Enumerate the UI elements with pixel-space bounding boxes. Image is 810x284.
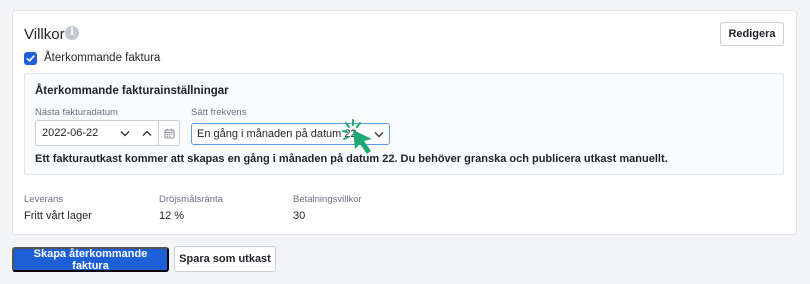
payment-terms-meta: Betalningsvillkor 30 [293, 194, 362, 222]
create-recurring-invoice-button[interactable]: Skapa återkommande faktura [12, 247, 169, 272]
frequency-label: Sätt frekvens [191, 107, 247, 118]
date-decrement-button[interactable] [114, 121, 136, 145]
delivery-label: Leverans [24, 194, 64, 205]
chevron-down-icon [374, 131, 384, 137]
calendar-button[interactable] [158, 121, 179, 145]
next-date-value[interactable]: 2022-06-22 [36, 127, 114, 139]
chevron-down-icon [120, 130, 130, 136]
frequency-value[interactable]: En gång i månaden på datum 22 [192, 128, 369, 140]
next-date-field[interactable]: 2022-06-22 [35, 120, 180, 146]
recurring-checkbox-label[interactable]: Återkommande faktura [44, 52, 160, 64]
recurring-settings-box: Återkommande fakturainställningar Nästa … [24, 73, 784, 175]
late-interest-value: 12 % [159, 210, 185, 222]
late-interest-label: Dröjsmålsränta [159, 194, 223, 205]
payment-terms-label: Betalningsvillkor [293, 194, 362, 205]
recurring-info-note: Ett fakturautkast kommer att skapas en g… [35, 153, 668, 165]
edit-button[interactable]: Redigera [720, 22, 784, 46]
recurring-checkbox[interactable] [24, 52, 37, 65]
delivery-value: Fritt vårt lager [24, 210, 92, 222]
info-icon[interactable]: i [65, 26, 79, 40]
frequency-dropdown-toggle[interactable] [369, 131, 389, 138]
date-increment-button[interactable] [136, 121, 158, 145]
calendar-icon [164, 128, 174, 138]
section-title: Villkor [24, 26, 65, 43]
late-interest-meta: Dröjsmålsränta 12 % [159, 194, 223, 222]
next-date-label: Nästa fakturadatum [35, 107, 118, 118]
check-icon [26, 55, 35, 62]
save-draft-button[interactable]: Spara som utkast [174, 246, 276, 272]
delivery-meta: Leverans Fritt vårt lager [24, 194, 92, 222]
frequency-select[interactable]: En gång i månaden på datum 22 [191, 123, 390, 145]
payment-terms-value: 30 [293, 210, 306, 222]
chevron-up-icon [142, 130, 152, 136]
terms-panel: Villkor i Redigera Återkommande faktura … [12, 10, 797, 235]
settings-title: Återkommande fakturainställningar [35, 85, 229, 97]
